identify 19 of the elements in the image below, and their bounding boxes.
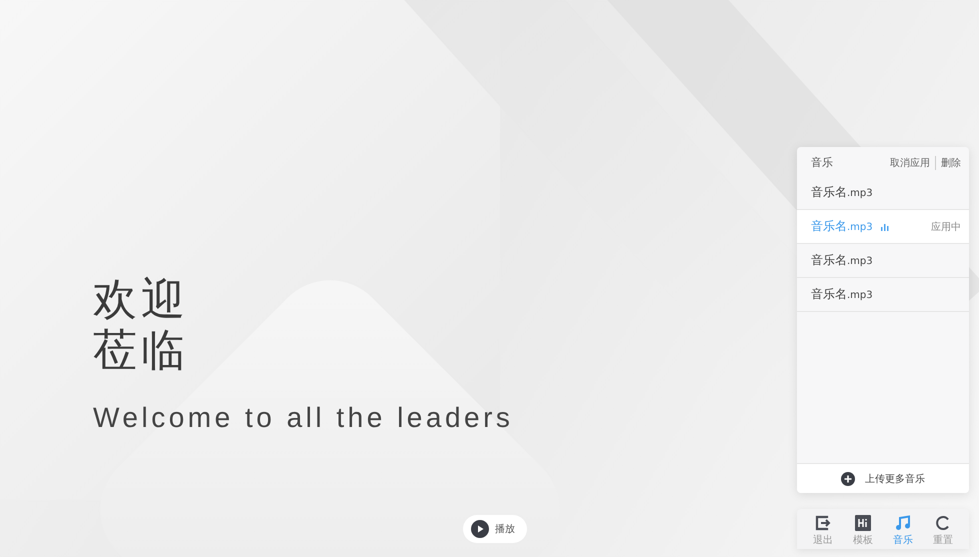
- music-list-item[interactable]: 音乐名.mp3: [797, 278, 969, 312]
- welcome-title: 欢迎: [93, 275, 190, 326]
- music-note-icon: [895, 515, 911, 531]
- applied-status: 应用中: [931, 220, 961, 234]
- play-button[interactable]: 播放: [463, 515, 527, 543]
- welcome-subtitle: Welcome to all the leaders: [93, 402, 514, 434]
- plus-icon: [841, 472, 855, 486]
- hi-square-icon: [855, 515, 871, 531]
- exit-icon: [815, 515, 831, 531]
- panel-action-link[interactable]: 取消应用: [890, 156, 930, 170]
- upload-more-button[interactable]: 上传更多音乐: [797, 463, 969, 493]
- reset-icon: [935, 515, 951, 531]
- panel-title: 音乐: [811, 155, 833, 170]
- music-list-item[interactable]: 音乐名.mp3: [797, 244, 969, 278]
- music-list-item[interactable]: 音乐名.mp3 应用中: [797, 210, 969, 244]
- play-icon: [471, 520, 489, 538]
- sound-wave-icon: [880, 222, 889, 230]
- welcome-title: 莅临: [93, 326, 190, 376]
- panel-action-link[interactable]: 删除: [941, 156, 961, 170]
